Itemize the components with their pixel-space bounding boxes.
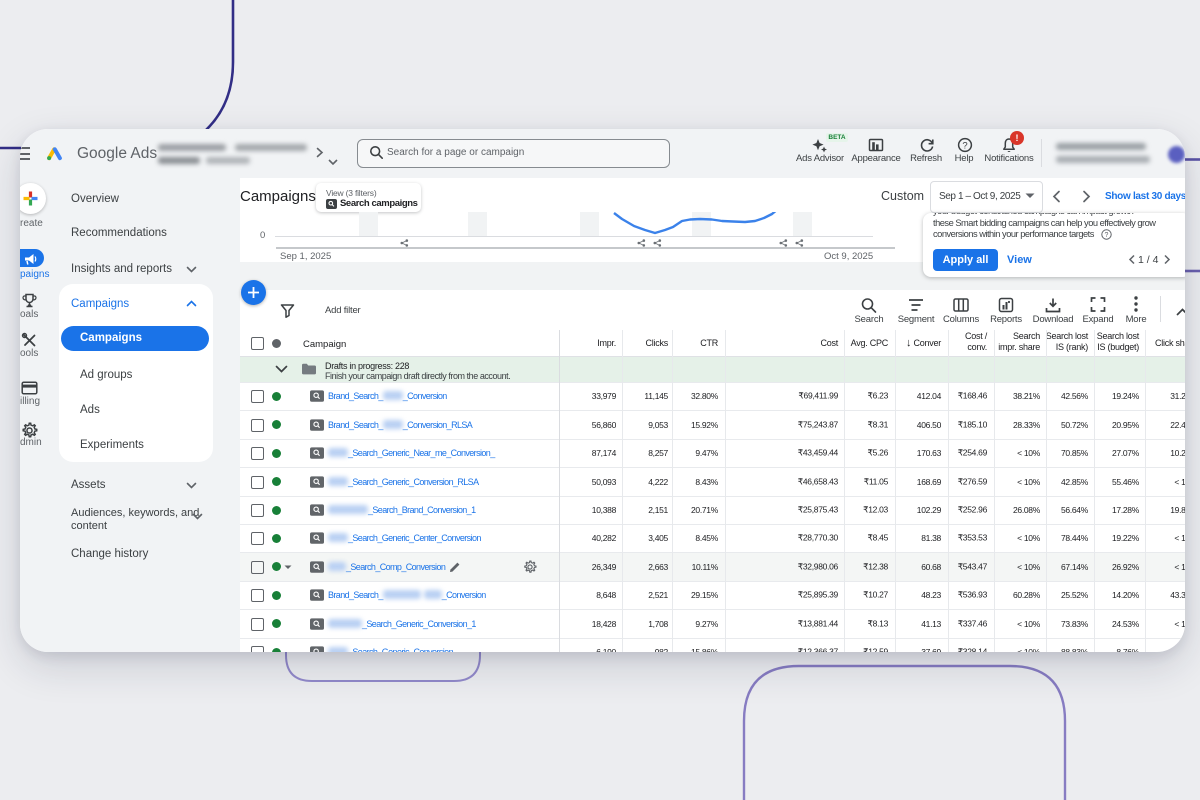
svg-text:?: ?	[1105, 232, 1109, 239]
svg-text:?: ?	[962, 140, 967, 151]
